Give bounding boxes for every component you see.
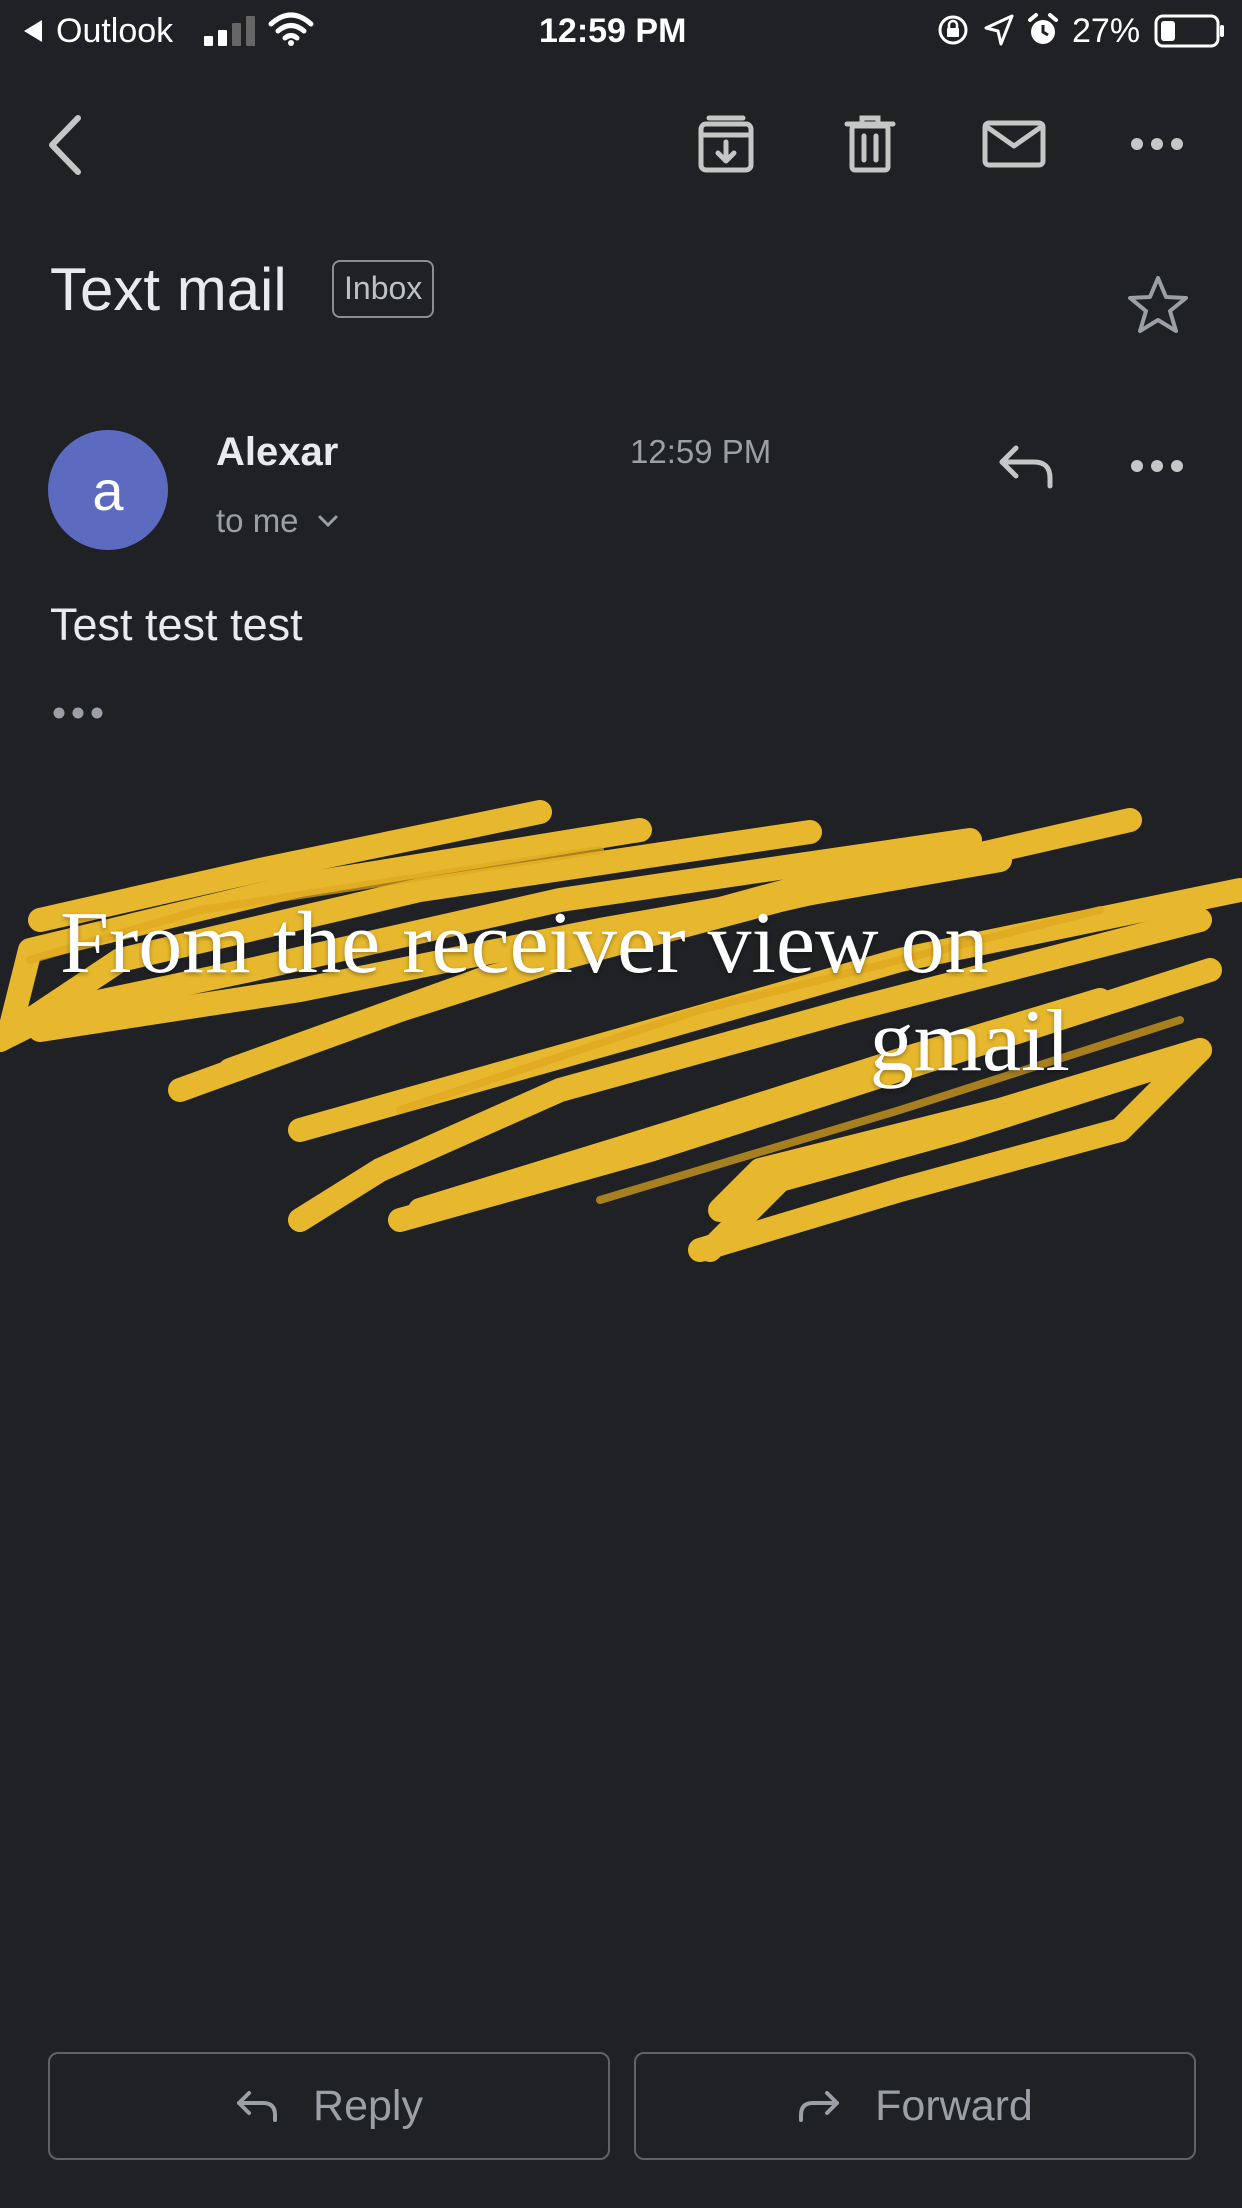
back-arrow-icon[interactable] (44, 114, 84, 176)
orientation-lock-icon (938, 15, 968, 45)
email-body: Test test test (50, 599, 303, 650)
recipient-details-toggle[interactable]: to me (216, 504, 339, 537)
forward-button-label: Forward (875, 2081, 1033, 2130)
forward-icon (799, 2091, 840, 2122)
label-chip-inbox[interactable]: Inbox (332, 260, 435, 318)
reply-icon[interactable] (996, 442, 1056, 490)
sender-name[interactable]: Alexar (216, 432, 338, 472)
status-bar: Outlook 12:59 PM 27% (0, 0, 1242, 60)
wifi-icon (268, 12, 314, 46)
message-time: 12:59 PM (630, 433, 772, 470)
reply-icon (237, 2091, 278, 2122)
sender-avatar[interactable]: a (48, 430, 168, 550)
overlay-caption-line-1: From the receiver view on (60, 895, 989, 992)
overlay-caption: From the receiver view on gmail (60, 900, 1070, 1086)
email-subject: Text mail (50, 256, 287, 323)
reply-button-label: Reply (313, 2081, 423, 2130)
battery-percent: 27% (1072, 12, 1141, 50)
mark-unread-icon[interactable] (982, 120, 1046, 168)
back-app-label: Outlook (56, 12, 174, 50)
star-icon[interactable] (1126, 274, 1190, 336)
battery-icon (1154, 14, 1224, 48)
status-time: 12:59 PM (539, 12, 687, 50)
reply-button[interactable]: Reply (48, 2052, 610, 2160)
chevron-down-icon (318, 515, 338, 527)
archive-icon[interactable] (697, 114, 755, 174)
location-icon (984, 14, 1014, 46)
alarm-icon (1028, 13, 1058, 44)
show-trimmed-content-icon[interactable] (52, 706, 104, 720)
toolbar (0, 100, 1242, 190)
back-to-app-button[interactable]: Outlook (22, 14, 173, 48)
more-icon[interactable] (1130, 137, 1184, 151)
recipient-text: to me (216, 502, 299, 539)
trash-icon[interactable] (843, 114, 897, 174)
message-more-icon[interactable] (1130, 459, 1184, 473)
forward-button[interactable]: Forward (634, 2052, 1196, 2160)
overlay-caption-line-2: gmail (869, 993, 1070, 1090)
avatar-initial: a (92, 458, 124, 522)
back-triangle-icon (24, 20, 42, 42)
signal-icon (204, 16, 255, 46)
